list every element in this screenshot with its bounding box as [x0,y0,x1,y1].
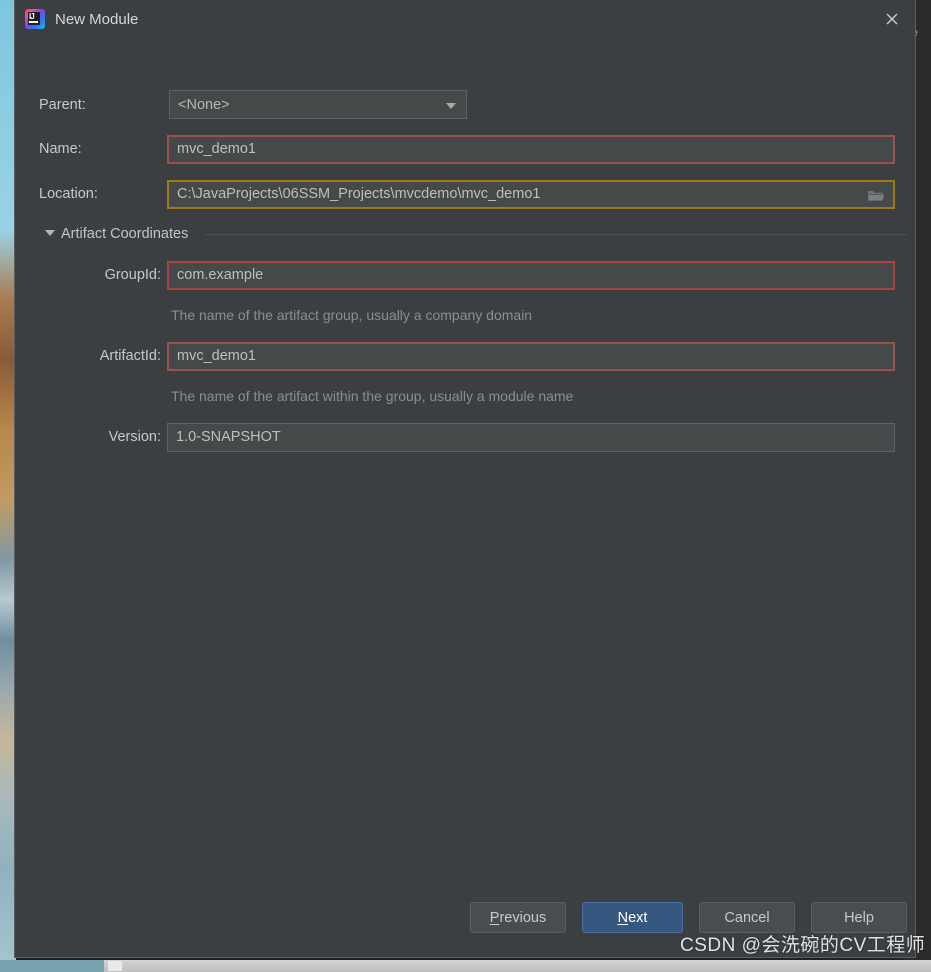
dialog-titlebar: IJ New Module [15,0,915,38]
parent-label: Parent: [39,97,86,113]
location-input-value: C:\JavaProjects\06SSM_Projects\mvcdemo\m… [177,186,541,202]
name-label: Name: [39,141,82,157]
cancel-button-label: Cancel [724,909,770,926]
artifact-id-row: ArtifactId: mvc_demo1 [15,341,917,371]
artifact-id-hint: The name of the artifact within the grou… [171,388,574,404]
next-button-label: Next [618,910,648,926]
name-input[interactable]: mvc_demo1 [167,134,895,164]
artifact-id-input-value: mvc_demo1 [177,348,256,364]
location-row: Location: C:\JavaProjects\06SSM_Projects… [15,179,917,209]
dialog-title: New Module [55,10,139,28]
previous-button-label: Previous [490,910,546,926]
next-suffix: ext [628,909,648,926]
new-module-dialog: IJ New Module Parent: <None> Name: mvc_d… [14,0,916,958]
group-id-label: GroupId: [104,267,161,283]
folder-open-icon[interactable] [865,186,887,206]
chevron-down-icon [446,103,456,109]
artifact-id-input[interactable]: mvc_demo1 [167,341,895,371]
location-label: Location: [39,186,98,202]
name-row: Name: mvc_demo1 [15,134,917,164]
version-row: Version: 1.0-SNAPSHOT [15,422,917,452]
taskbar-app-icon[interactable] [108,961,122,971]
screen: reaetPi]vs IJ New Module [0,0,931,972]
csdn-watermark: CSDN @会洗碗的CV工程师 [680,935,926,956]
next-mnemonic: N [617,909,629,926]
previous-suffix: revious [499,909,547,926]
location-input[interactable]: C:\JavaProjects\06SSM_Projects\mvcdemo\m… [167,179,895,209]
group-id-hint: The name of the artifact group, usually … [171,307,533,323]
windows-taskbar[interactable] [0,960,931,972]
artifact-id-label: ArtifactId: [99,348,161,364]
previous-mnemonic: P [489,909,500,926]
group-id-input[interactable]: com.example [167,260,895,290]
module-form: Parent: <None> Name: mvc_demo1 Location:… [15,38,915,877]
cancel-button[interactable]: Cancel [699,902,795,933]
version-input-value: 1.0-SNAPSHOT [176,429,281,445]
group-id-row: GroupId: com.example [15,260,917,290]
next-button[interactable]: Next [582,902,683,933]
previous-button[interactable]: Previous [470,902,566,933]
version-label: Version: [108,429,161,445]
triangle-down-icon[interactable] [45,230,55,236]
parent-select[interactable]: <None> [169,90,467,119]
section-divider [205,234,907,235]
close-icon[interactable] [877,6,907,32]
intellij-idea-icon: IJ [25,9,45,29]
artifact-coordinates-section[interactable]: Artifact Coordinates [15,223,917,245]
version-input[interactable]: 1.0-SNAPSHOT [167,422,895,452]
group-id-input-value: com.example [177,267,264,283]
parent-selected-value: <None> [178,96,230,113]
artifact-coordinates-label: Artifact Coordinates [61,226,189,242]
taskbar-left-region [0,960,104,972]
help-button[interactable]: Help [811,902,907,933]
name-input-value: mvc_demo1 [177,141,256,157]
help-button-label: Help [844,909,874,926]
parent-row: Parent: <None> [15,90,917,120]
